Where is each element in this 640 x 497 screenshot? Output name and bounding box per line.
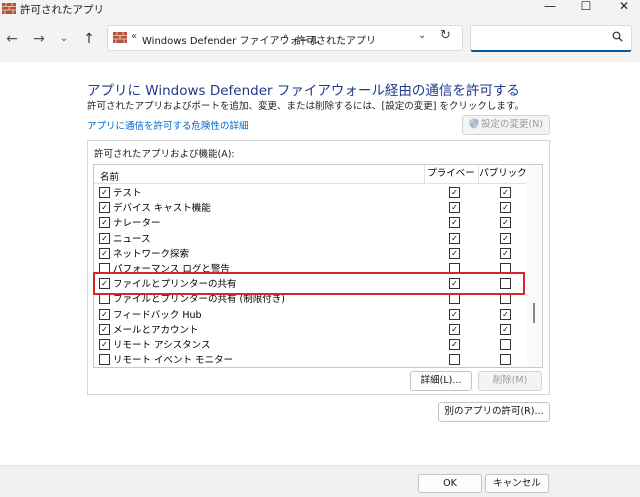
enable-checkbox[interactable]: ✓ — [99, 217, 110, 229]
maximize-button[interactable]: ☐ — [566, 0, 606, 14]
private-checkbox[interactable]: ✓ — [449, 187, 460, 198]
firewall-icon — [2, 3, 16, 14]
enable-checkbox[interactable]: ✓ — [99, 187, 110, 198]
column-header-private[interactable]: プライベート — [424, 165, 477, 197]
history-chevron-icon[interactable]: ⌄ — [55, 30, 73, 48]
search-input[interactable] — [470, 25, 632, 52]
firewall-icon — [113, 32, 127, 43]
app-name: メールとアカウント — [113, 324, 199, 336]
public-checkbox[interactable]: ✓ — [500, 232, 511, 244]
list-item[interactable]: リモート イベント モニター — [94, 351, 526, 366]
search-icon[interactable] — [612, 31, 623, 42]
risk-details-link[interactable]: アプリに通信を許可する危険性の詳細 — [87, 118, 249, 132]
public-checkbox[interactable]: ✓ — [500, 308, 511, 320]
public-checkbox[interactable]: ✓ — [500, 187, 511, 198]
column-header-name[interactable]: 名前 — [100, 169, 119, 183]
app-name: ネットワーク探索 — [113, 248, 190, 260]
public-checkbox[interactable]: ✓ — [500, 202, 511, 214]
app-name: リモート イベント モニター — [113, 355, 234, 367]
close-button[interactable]: ✕ — [604, 0, 640, 14]
public-checkbox[interactable]: ✓ — [500, 217, 511, 229]
private-checkbox[interactable] — [449, 354, 460, 366]
remove-button[interactable]: 削除(M) — [478, 371, 542, 391]
enable-checkbox[interactable]: ✓ — [99, 232, 110, 244]
details-button[interactable]: 詳細(L)... — [410, 371, 472, 391]
public-checkbox[interactable] — [500, 293, 511, 305]
app-name: フィードバック Hub — [113, 309, 202, 321]
list-item[interactable]: ✓ テスト ✓ ✓ — [94, 184, 526, 199]
up-arrow-icon[interactable]: ↑ — [80, 30, 98, 48]
change-settings-button[interactable]: 設定の変更(N) — [462, 115, 550, 135]
list-item[interactable]: ✓ メールとアカウント ✓ ✓ — [94, 321, 526, 336]
list-item[interactable]: ✓ ネットワーク探索 ✓ ✓ — [94, 245, 526, 260]
enable-checkbox[interactable]: ✓ — [99, 323, 110, 335]
chevron-down-icon[interactable]: ⌄ — [418, 30, 426, 41]
list-item[interactable]: ✓ ニュース ✓ ✓ — [94, 230, 526, 245]
list-item[interactable]: ✓ フィードバック Hub ✓ ✓ — [94, 306, 526, 321]
list-item[interactable]: ✓ デバイス キャスト機能 ✓ ✓ — [94, 199, 526, 214]
overflow-chevron-icon[interactable]: « — [131, 31, 137, 42]
app-name: ニュース — [113, 233, 151, 245]
enable-checkbox[interactable]: ✓ — [99, 339, 110, 350]
change-settings-label: 設定の変更(N) — [480, 119, 544, 130]
breadcrumb-allowed-apps[interactable]: 許可されたアプリ — [296, 32, 376, 47]
breadcrumb-firewall[interactable]: Windows Defender ファイアウォール — [142, 32, 319, 47]
highlight-box — [93, 272, 525, 295]
list-scrollbar[interactable] — [527, 165, 541, 367]
enable-checkbox[interactable] — [99, 354, 110, 366]
allow-another-app-button[interactable]: 別のアプリの許可(R)... — [438, 402, 550, 422]
page-description: 許可されたアプリおよびポートを追加、変更、または削除するには、[設定の変更] を… — [87, 101, 524, 112]
private-checkbox[interactable] — [449, 293, 460, 305]
list-item[interactable]: ✓ リモート アシスタンス ✓ — [94, 336, 526, 351]
private-checkbox[interactable]: ✓ — [449, 202, 460, 214]
private-checkbox[interactable]: ✓ — [449, 308, 460, 320]
app-name: デバイス キャスト機能 — [113, 203, 211, 215]
private-checkbox[interactable]: ✓ — [449, 247, 460, 259]
navigation-bar: ← → ⌄ ↑ « Windows Defender ファイアウォール › 許可… — [0, 18, 640, 62]
forward-arrow-icon[interactable]: → — [30, 30, 48, 48]
page-title: アプリに Windows Defender ファイアウォール経由の通信を許可する — [87, 83, 520, 99]
enable-checkbox[interactable]: ✓ — [99, 247, 110, 259]
uac-shield-icon — [469, 118, 479, 129]
public-checkbox[interactable] — [500, 339, 511, 350]
back-arrow-icon[interactable]: ← — [3, 30, 21, 48]
list-item[interactable]: ✓ ナレーター ✓ ✓ — [94, 214, 526, 229]
public-checkbox[interactable]: ✓ — [500, 247, 511, 259]
app-name: ナレーター — [113, 218, 161, 230]
private-checkbox[interactable]: ✓ — [449, 217, 460, 229]
minimize-button[interactable]: — — [530, 0, 570, 14]
ok-button[interactable]: OK — [418, 474, 482, 493]
address-bar[interactable]: « Windows Defender ファイアウォール › 許可されたアプリ ⌄… — [107, 25, 463, 51]
scrollbar-thumb[interactable] — [533, 303, 535, 323]
apps-list[interactable]: 名前 プライベート パブリック ✓テスト✓✓✓デバイス キャスト機能✓✓✓ナレー… — [93, 164, 543, 368]
window-title: 許可されたアプリ — [20, 4, 104, 16]
private-checkbox[interactable]: ✓ — [449, 232, 460, 244]
list-header: 名前 プライベート パブリック — [94, 165, 527, 197]
public-checkbox[interactable]: ✓ — [500, 323, 511, 335]
group-label: 許可されたアプリおよび機能(A): — [94, 149, 235, 160]
app-name: リモート アシスタンス — [113, 340, 211, 351]
private-checkbox[interactable]: ✓ — [449, 339, 460, 350]
enable-checkbox[interactable] — [99, 293, 110, 305]
cancel-button[interactable]: キャンセル — [485, 474, 549, 493]
enable-checkbox[interactable]: ✓ — [99, 202, 110, 214]
breadcrumb-separator-icon: › — [284, 31, 288, 42]
enable-checkbox[interactable]: ✓ — [99, 308, 110, 320]
public-checkbox[interactable] — [500, 354, 511, 366]
private-checkbox[interactable]: ✓ — [449, 323, 460, 335]
app-name: テスト — [113, 188, 142, 199]
title-bar: 許可されたアプリ — ☐ ✕ — [0, 0, 640, 18]
refresh-icon[interactable]: ↻ — [440, 28, 451, 43]
column-header-public[interactable]: パブリック — [478, 165, 527, 183]
